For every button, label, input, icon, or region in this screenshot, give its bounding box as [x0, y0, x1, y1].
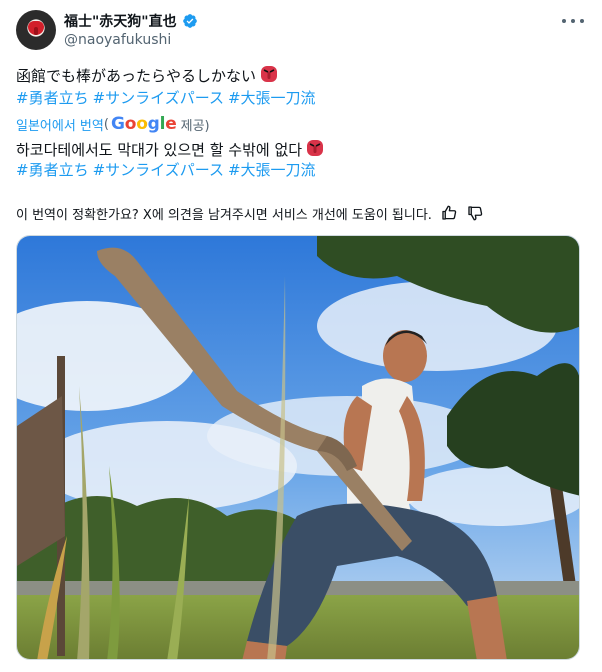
thumbs-down-icon[interactable]	[466, 204, 484, 222]
translated-hashtags: #勇者立ち #サンライズパース #大張一刀流	[16, 159, 586, 182]
tengu-mask-emoji-icon	[307, 140, 324, 156]
photo-scene	[17, 236, 579, 659]
author-display-name[interactable]: 福士"赤天狗"直也	[64, 11, 177, 31]
google-logo: Google	[110, 114, 177, 134]
post-text-body: 函館でも棒があったらやるしかない	[16, 67, 257, 85]
translation-feedback: 이 번역이 정확한가요? X에 의견을 남겨주시면 서비스 개선에 도움이 됩니…	[16, 203, 484, 223]
tengu-mask-emoji-icon	[261, 66, 278, 82]
hashtag-link[interactable]: #勇者立ち	[16, 89, 89, 107]
avatar[interactable]	[16, 10, 56, 50]
hashtag-link[interactable]: #サンライズパース	[93, 89, 224, 107]
verified-badge-icon	[182, 14, 197, 28]
author-handle[interactable]: @naoyafukushi	[64, 32, 171, 48]
hashtag-link[interactable]: #大張一刀流	[228, 161, 316, 179]
provided-by-text: 제공)	[180, 118, 210, 134]
translated-from-link[interactable]: 일본어에서 번역	[16, 115, 104, 134]
hashtag-link[interactable]: #勇者立ち	[16, 161, 89, 179]
thumbs-up-icon[interactable]	[440, 204, 458, 222]
post-photo[interactable]	[16, 235, 580, 660]
hashtag-link[interactable]: #サンライズパース	[93, 161, 224, 179]
open-paren: (	[103, 116, 109, 132]
feedback-prompt: 이 번역이 정확한가요? X에 의견을 남겨주시면 서비스 개선에 도움이 됩니…	[16, 207, 432, 223]
post-hashtags: #勇者立ち #サンライズパース #大張一刀流	[16, 87, 586, 110]
tweet-card: 福士"赤天狗"直也 @naoyafukushi 函館でも棒があったらやるしかない…	[0, 0, 602, 672]
translated-text-body: 하코다테에서도 막대가 있으면 할 수밖에 없다	[16, 141, 303, 159]
author-name-row[interactable]: 福士"赤天狗"直也	[64, 12, 198, 30]
post-text: 函館でも棒があったらやるしかない	[16, 64, 586, 88]
hashtag-link[interactable]: #大張一刀流	[228, 89, 316, 107]
translation-attribution: 일본어에서 번역 ( Google 제공)	[16, 114, 210, 134]
more-options-icon[interactable]	[562, 14, 584, 28]
